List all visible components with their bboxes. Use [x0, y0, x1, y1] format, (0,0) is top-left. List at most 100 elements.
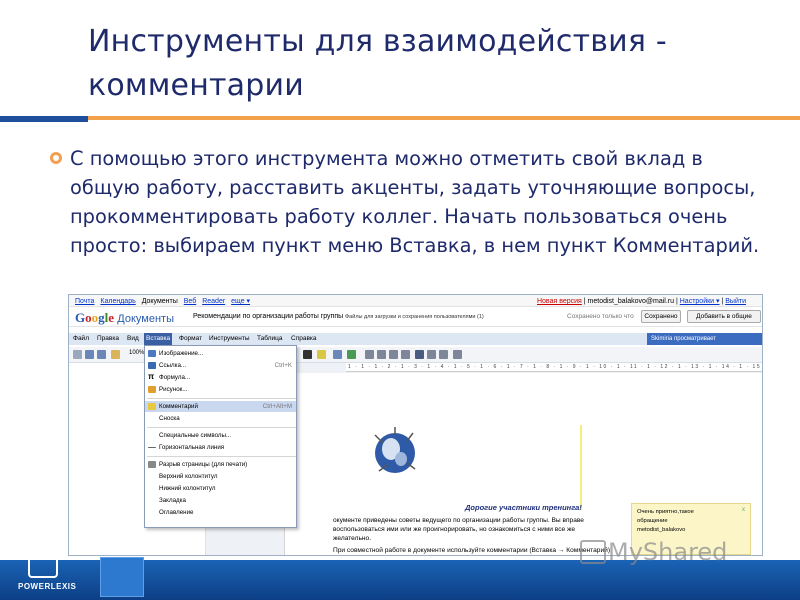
menu-item-shortcut: Ctrl+Alt+M: [262, 403, 292, 410]
menu-insert[interactable]: Вставка: [144, 333, 173, 345]
close-comment-icon[interactable]: x: [742, 506, 745, 515]
link-documents[interactable]: Документы: [142, 298, 178, 305]
align-center-icon[interactable]: [427, 350, 436, 359]
document-line-4: При совместной работе в документе исполь…: [333, 547, 611, 554]
menu-item-label: Рисунок...: [159, 386, 188, 393]
comment-text-line-2: обращение: [637, 518, 668, 524]
logo-docs-label: Документы: [117, 313, 174, 325]
menu-item-comment[interactable]: Комментарий Ctrl+Alt+M: [145, 401, 296, 412]
menu-item-label: Оглавление: [159, 509, 194, 516]
menu-view[interactable]: Вид: [127, 335, 139, 342]
zoom-select[interactable]: 100%: [129, 350, 144, 359]
align-right-icon[interactable]: [439, 350, 448, 359]
document-title[interactable]: Рекомендации по организации работы групп…: [193, 313, 343, 320]
slide-title: Инструменты для взаимодействия - коммент…: [88, 24, 667, 103]
globe-image: [374, 427, 416, 473]
paint-format-icon[interactable]: [111, 350, 120, 359]
google-topbar: Почта Календарь Документы Веб Reader еще…: [69, 295, 762, 307]
menu-item-footer[interactable]: Нижний колонтитул: [145, 483, 296, 494]
menu-item-horizontal-line[interactable]: Горизонтальная линия: [145, 442, 296, 453]
menu-item-page-break[interactable]: Разрыв страницы (для печати): [145, 459, 296, 470]
align-left-icon[interactable]: [415, 350, 424, 359]
document-line-3: желательно.: [333, 535, 372, 542]
menu-format[interactable]: Формат: [179, 335, 202, 342]
menu-edit[interactable]: Правка: [97, 335, 119, 342]
footer-square: [100, 557, 144, 597]
link-icon: [148, 362, 156, 369]
menu-item-label: Горизонтальная линия: [159, 444, 225, 451]
powerlexis-brand: POWERLEXIS: [18, 582, 77, 591]
menu-help[interactable]: Справка: [291, 335, 317, 342]
text-color-icon[interactable]: [303, 350, 312, 359]
menu-separator: [147, 456, 296, 457]
account-links: Новая версия | metodist_balakovo@mail.ru…: [536, 298, 746, 305]
menu-item-label: Разрыв страницы (для печати): [159, 461, 248, 468]
bulleted-list-icon[interactable]: [377, 350, 386, 359]
title-underline-blue: [0, 116, 88, 122]
logout-link[interactable]: Выйти: [725, 298, 746, 305]
link-calendar[interactable]: Календарь: [100, 298, 135, 305]
redo-icon[interactable]: [97, 350, 106, 359]
menu-item-label: Специальные символы...: [159, 432, 232, 439]
menu-item-shortcut: Ctrl+K: [274, 362, 292, 369]
bullet-icon: [50, 152, 62, 164]
new-version-link[interactable]: Новая версия: [537, 298, 582, 305]
image-icon[interactable]: [347, 350, 356, 359]
link-mail[interactable]: Почта: [75, 298, 94, 305]
menu-item-label: Сноска: [159, 415, 180, 422]
pi-icon: π: [148, 372, 155, 381]
menu-item-label: Закладка: [159, 497, 186, 504]
document-line-2: воспользоваться ими или же проигнорирова…: [333, 526, 576, 533]
menu-item-header[interactable]: Верхний колонтитул: [145, 471, 296, 482]
undo-icon[interactable]: [85, 350, 94, 359]
menu-item-label: Комментарий: [159, 403, 198, 410]
link-icon[interactable]: [333, 350, 342, 359]
increase-indent-icon[interactable]: [401, 350, 410, 359]
image-icon: [148, 350, 156, 357]
decrease-indent-icon[interactable]: [389, 350, 398, 359]
google-docs-logo[interactable]: Google Документы: [75, 310, 174, 326]
docs-header: Google Документы Рекомендации по организ…: [69, 307, 762, 327]
google-services-links: Почта Календарь Документы Веб Reader еще…: [75, 297, 254, 305]
menu-item-toc[interactable]: Оглавление: [145, 507, 296, 518]
menu-item-label: Формула...: [159, 374, 191, 381]
link-more[interactable]: еще ▾: [231, 298, 250, 305]
menu-table[interactable]: Таблица: [257, 335, 283, 342]
numbered-list-icon[interactable]: [365, 350, 374, 359]
title-underline-orange: [88, 116, 800, 120]
link-reader[interactable]: Reader: [202, 298, 225, 305]
menu-item-footnote[interactable]: Сноска: [145, 413, 296, 424]
saved-button[interactable]: Сохранено: [641, 310, 681, 323]
line-spacing-icon[interactable]: [453, 350, 462, 359]
menu-file[interactable]: Файл: [73, 335, 89, 342]
comment-text-line-1: Очень приятно,такое: [637, 509, 694, 515]
menu-item-special-chars[interactable]: Специальные символы...: [145, 430, 296, 441]
menu-item-bookmark[interactable]: Закладка: [145, 495, 296, 506]
bullet-text: С помощью этого инструмента можно отмети…: [70, 147, 760, 257]
user-email: metodist_balakovo@mail.ru: [587, 298, 675, 305]
menu-item-image[interactable]: Изображение...: [145, 348, 296, 359]
viewer-notice: Skimiria просматривает: [647, 333, 762, 345]
menu-separator: [147, 427, 296, 428]
insert-menu-dropdown: Изображение... Ссылка... Ctrl+K π Формул…: [144, 345, 297, 528]
settings-link[interactable]: Настройки ▾: [680, 298, 720, 305]
link-web[interactable]: Веб: [184, 298, 197, 305]
menu-tools[interactable]: Инструменты: [209, 335, 250, 342]
horizontal-line-icon: [148, 447, 156, 448]
document-line-1: окументе приведены советы ведущего по ор…: [333, 517, 584, 524]
print-icon[interactable]: [73, 350, 82, 359]
share-button[interactable]: Добавить в общие: [687, 310, 761, 323]
ruler: 1 · 1 · 1 · 2 · 1 · 3 · 1 · 4 · 1 · 5 · …: [346, 363, 762, 379]
menu-item-drawing[interactable]: Рисунок...: [145, 384, 296, 395]
menu-item-formula[interactable]: π Формула...: [145, 372, 296, 383]
document-greeting: Дорогие участники тренинга!: [465, 503, 582, 512]
save-status: Сохранено только что: [567, 313, 634, 320]
share-note: Файлы для загрузки и сохранения пользова…: [345, 314, 484, 320]
menu-separator: [147, 398, 296, 399]
comment-author: metodist_balakovo: [637, 527, 686, 533]
menu-item-link[interactable]: Ссылка... Ctrl+K: [145, 360, 296, 371]
watermark-icon: [580, 540, 606, 564]
title-underline: [0, 116, 800, 122]
highlight-icon[interactable]: [317, 350, 326, 359]
menu-item-label: Ссылка...: [159, 362, 187, 369]
